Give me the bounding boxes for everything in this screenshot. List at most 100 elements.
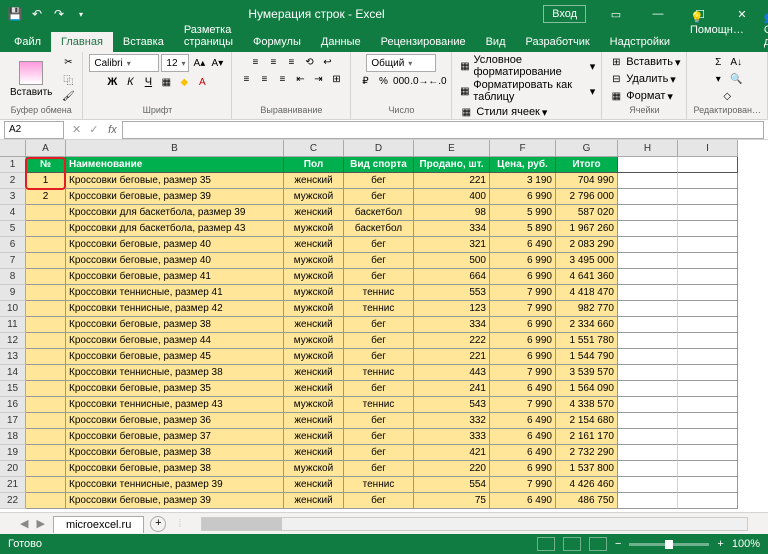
spreadsheet-grid[interactable]: ABCDEFGHI1№НаименованиеПолВид спортаПрод…: [0, 140, 768, 512]
tab-addins[interactable]: Надстройки: [600, 32, 680, 52]
cell[interactable]: [26, 237, 66, 253]
cell[interactable]: Кроссовки беговые, размер 44: [66, 333, 284, 349]
cell[interactable]: 220: [414, 461, 490, 477]
cell[interactable]: Кроссовки беговые, размер 41: [66, 269, 284, 285]
column-header[interactable]: C: [284, 140, 344, 157]
cell[interactable]: бег: [344, 349, 414, 365]
table-header-cell[interactable]: Продано, шт.: [414, 157, 490, 173]
cell[interactable]: мужской: [284, 461, 344, 477]
cell[interactable]: [26, 317, 66, 333]
cell[interactable]: бег: [344, 189, 414, 205]
cell[interactable]: женский: [284, 365, 344, 381]
sheet-nav-prev-icon[interactable]: ◀: [20, 517, 28, 530]
cell[interactable]: мужской: [284, 269, 344, 285]
column-header[interactable]: F: [490, 140, 556, 157]
redo-icon[interactable]: ↷: [50, 5, 68, 23]
decrease-decimal-icon[interactable]: ←.0: [429, 73, 445, 89]
align-right-icon[interactable]: ≡: [274, 71, 290, 87]
cell[interactable]: [26, 205, 66, 221]
row-header[interactable]: 22: [0, 493, 26, 509]
cell[interactable]: [26, 333, 66, 349]
sort-filter-icon[interactable]: A↓: [728, 54, 744, 70]
cell[interactable]: 6 990: [490, 189, 556, 205]
cell-empty[interactable]: [678, 221, 738, 237]
cell-empty[interactable]: [618, 413, 678, 429]
cell[interactable]: 7 990: [490, 365, 556, 381]
cell[interactable]: [26, 381, 66, 397]
page-layout-view-button[interactable]: [563, 537, 581, 551]
page-break-view-button[interactable]: [589, 537, 607, 551]
cell[interactable]: 704 990: [556, 173, 618, 189]
cell[interactable]: 334: [414, 221, 490, 237]
cell[interactable]: 3 190: [490, 173, 556, 189]
orientation-icon[interactable]: ⟲: [301, 54, 317, 70]
align-left-icon[interactable]: ≡: [238, 71, 254, 87]
cell-empty[interactable]: [678, 157, 738, 173]
fill-color-button[interactable]: ◆: [176, 74, 192, 90]
cell[interactable]: 6 490: [490, 429, 556, 445]
cell[interactable]: [26, 365, 66, 381]
cell[interactable]: Кроссовки беговые, размер 40: [66, 237, 284, 253]
cell-empty[interactable]: [678, 445, 738, 461]
column-header[interactable]: D: [344, 140, 414, 157]
row-header[interactable]: 12: [0, 333, 26, 349]
cell-styles-button[interactable]: ▦Стили ячеек ▾: [458, 104, 547, 120]
cell-empty[interactable]: [618, 189, 678, 205]
italic-button[interactable]: К: [122, 74, 138, 90]
row-header[interactable]: 9: [0, 285, 26, 301]
cell[interactable]: 553: [414, 285, 490, 301]
cell-empty[interactable]: [678, 397, 738, 413]
wrap-text-icon[interactable]: ↩: [319, 54, 335, 70]
cell-empty[interactable]: [678, 413, 738, 429]
cell[interactable]: 334: [414, 317, 490, 333]
cell[interactable]: мужской: [284, 349, 344, 365]
cell[interactable]: Кроссовки беговые, размер 35: [66, 381, 284, 397]
cell[interactable]: 5 990: [490, 205, 556, 221]
cell[interactable]: 1: [26, 173, 66, 189]
row-header[interactable]: 1: [0, 157, 26, 173]
row-header[interactable]: 7: [0, 253, 26, 269]
cell[interactable]: 543: [414, 397, 490, 413]
cell[interactable]: 6 490: [490, 445, 556, 461]
format-painter-icon[interactable]: 🖌: [60, 89, 76, 105]
cell-empty[interactable]: [618, 285, 678, 301]
row-header[interactable]: 18: [0, 429, 26, 445]
cell[interactable]: бег: [344, 429, 414, 445]
cell[interactable]: бег: [344, 333, 414, 349]
cell[interactable]: 443: [414, 365, 490, 381]
bold-button[interactable]: Ж: [104, 74, 120, 90]
cell[interactable]: 5 890: [490, 221, 556, 237]
cell[interactable]: Кроссовки теннисные, размер 43: [66, 397, 284, 413]
cell-empty[interactable]: [678, 429, 738, 445]
cell[interactable]: Кроссовки теннисные, размер 42: [66, 301, 284, 317]
column-header[interactable]: I: [678, 140, 738, 157]
cell[interactable]: 4 641 360: [556, 269, 618, 285]
cell[interactable]: 1 544 790: [556, 349, 618, 365]
cell[interactable]: 98: [414, 205, 490, 221]
tab-home[interactable]: Главная: [51, 32, 113, 52]
cell[interactable]: 4 418 470: [556, 285, 618, 301]
cell[interactable]: Кроссовки беговые, размер 45: [66, 349, 284, 365]
cell[interactable]: 4 338 570: [556, 397, 618, 413]
table-header-cell[interactable]: Наименование: [66, 157, 284, 173]
cell[interactable]: 221: [414, 173, 490, 189]
cell[interactable]: 2: [26, 189, 66, 205]
minimize-button[interactable]: —: [638, 0, 678, 28]
cell[interactable]: 7 990: [490, 397, 556, 413]
cell[interactable]: 982 770: [556, 301, 618, 317]
sheet-nav-next-icon[interactable]: ▶: [36, 517, 44, 530]
cell[interactable]: 587 020: [556, 205, 618, 221]
cell[interactable]: Кроссовки беговые, размер 35: [66, 173, 284, 189]
insert-cells-button[interactable]: ⊞Вставить ▾: [608, 54, 680, 70]
cell[interactable]: 7 990: [490, 285, 556, 301]
zoom-out-button[interactable]: −: [615, 538, 621, 550]
cell-empty[interactable]: [618, 397, 678, 413]
cell[interactable]: 4 426 460: [556, 477, 618, 493]
zoom-level[interactable]: 100%: [732, 538, 760, 550]
row-header[interactable]: 10: [0, 301, 26, 317]
cell-empty[interactable]: [618, 493, 678, 509]
cell-empty[interactable]: [618, 157, 678, 173]
cell[interactable]: Кроссовки для баскетбола, размер 39: [66, 205, 284, 221]
cell[interactable]: Кроссовки беговые, размер 39: [66, 493, 284, 509]
cell-empty[interactable]: [678, 349, 738, 365]
